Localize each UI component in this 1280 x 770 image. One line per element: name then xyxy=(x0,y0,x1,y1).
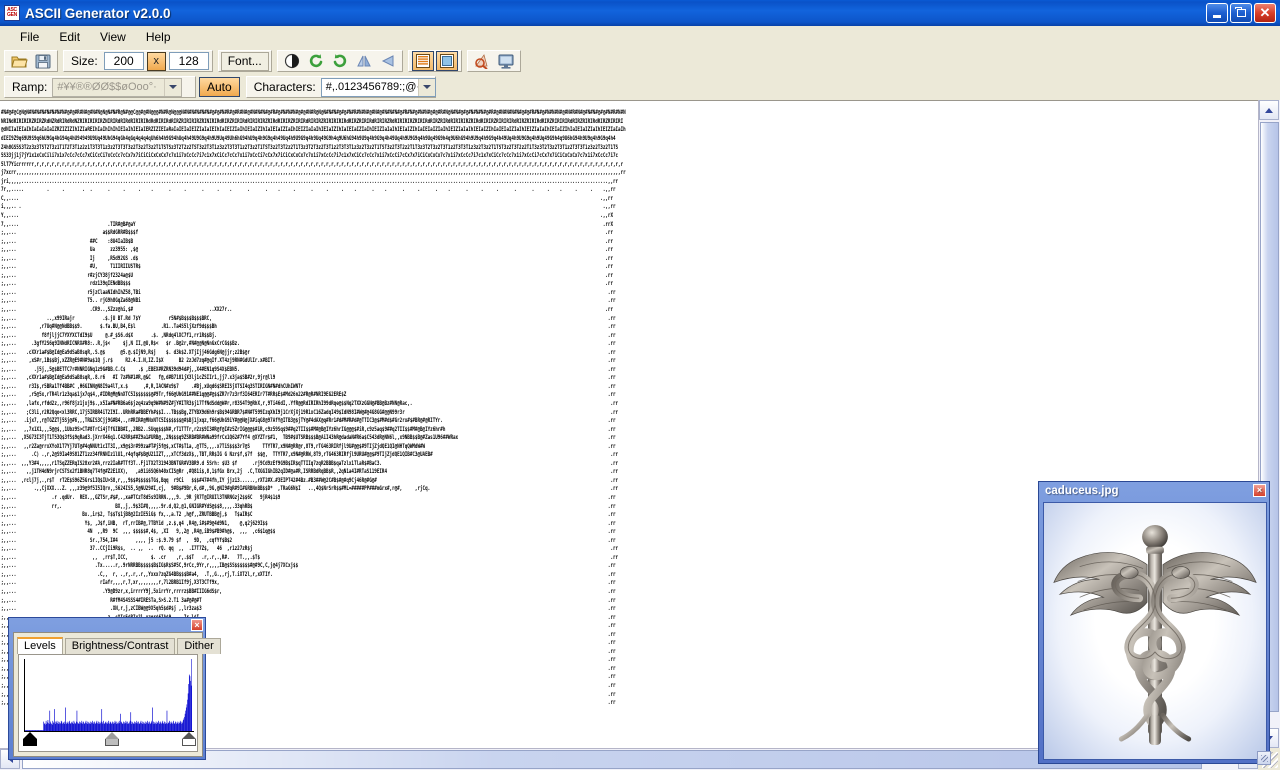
gamma-point-handle[interactable] xyxy=(105,732,120,747)
levels-panel[interactable]: × Levels Brightness/Contrast Dither xyxy=(8,617,221,760)
characters-group: Characters: #,.0123456789:;@· xyxy=(245,76,436,98)
window-controls: ✕ xyxy=(1206,3,1276,23)
ramp-select[interactable]: #¥¥®®ØØ$$øOoo°· xyxy=(52,77,183,97)
flip-horizontal-button[interactable] xyxy=(353,51,375,71)
chevron-down-icon xyxy=(417,78,435,96)
toolbar-secondary: Ramp: #¥¥®®ØØ$$øOoo°· Auto Characters: #… xyxy=(0,74,1280,100)
window-title: ASCII Generator v2.0.0 xyxy=(25,5,171,21)
app-icon: ASC GEN xyxy=(4,5,20,21)
image-panel-canvas xyxy=(1043,502,1267,760)
size-width-input[interactable]: 200 xyxy=(103,52,144,70)
levels-button[interactable] xyxy=(471,51,493,71)
ramp-value: #¥¥®®ØØ$$øOoo°· xyxy=(57,81,157,93)
close-icon: ✕ xyxy=(1259,4,1271,20)
size-label: Size: xyxy=(71,54,98,68)
flip-horizontal-icon xyxy=(356,55,371,67)
levels-panel-close-button[interactable]: × xyxy=(191,619,203,631)
menu-bar: File Edit View Help xyxy=(0,26,1280,48)
window-titlebar: ASC GEN ASCII Generator v2.0.0 ✕ xyxy=(0,0,1280,26)
maximize-button[interactable] xyxy=(1230,3,1252,23)
rotate-right-button[interactable] xyxy=(329,51,351,71)
minimize-button[interactable] xyxy=(1206,3,1228,23)
tab-levels[interactable]: Levels xyxy=(17,637,63,654)
histogram-plot xyxy=(24,659,192,731)
size-lock-toggle[interactable]: x xyxy=(146,51,166,71)
view-mode-group xyxy=(407,50,462,72)
image-panel-titlebar: caduceus.jpg × xyxy=(1039,482,1269,499)
flip-vertical-icon xyxy=(381,55,394,67)
scroll-up-button[interactable] xyxy=(1259,100,1279,120)
ascii-generator-window: ASC GEN ASCII Generator v2.0.0 ✕ File Ed… xyxy=(0,0,1280,770)
white-point-handle[interactable] xyxy=(182,732,197,747)
white-handle-icon xyxy=(182,732,196,739)
preview-button[interactable] xyxy=(495,51,517,71)
ramp-group: Ramp: #¥¥®®ØØ$$øOoo°· xyxy=(4,76,196,98)
minimize-icon xyxy=(1213,14,1221,18)
menu-file[interactable]: File xyxy=(10,28,49,46)
image-preview-panel[interactable]: caduceus.jpg × xyxy=(1038,481,1271,765)
image-frame-icon xyxy=(439,54,454,68)
close-button[interactable]: ✕ xyxy=(1254,3,1276,23)
toolbar-primary: Size: 200 x 128 Font... xyxy=(0,48,1280,74)
image-panel-resize-handle[interactable] xyxy=(1257,751,1271,765)
tab-brightness-contrast[interactable]: Brightness/Contrast xyxy=(64,638,176,654)
size-height-input[interactable]: 128 xyxy=(168,52,209,70)
caduceus-image xyxy=(1053,524,1257,745)
tools-group xyxy=(466,50,521,72)
rotate-right-icon xyxy=(333,54,346,68)
floppy-save-icon xyxy=(35,54,51,68)
monitor-icon xyxy=(498,54,514,69)
image-ops-group xyxy=(276,50,403,72)
text-lines-icon xyxy=(415,54,430,68)
ramp-label: Ramp: xyxy=(12,80,48,94)
histogram-y-axis xyxy=(24,659,25,731)
arrow-up-icon xyxy=(1265,107,1273,113)
auto-button[interactable]: Auto xyxy=(199,77,240,97)
font-button[interactable]: Font... xyxy=(220,51,269,71)
levels-magnifier-icon xyxy=(474,54,488,69)
characters-value: #,.0123456789:;@· xyxy=(325,81,418,93)
size-group: Size: 200 x 128 xyxy=(63,50,213,72)
font-group: Font... xyxy=(217,50,272,72)
levels-panel-tabs: Levels Brightness/Contrast Dither xyxy=(14,633,221,654)
invert-icon xyxy=(284,53,299,69)
rotate-left-icon xyxy=(309,54,323,68)
image-view-button[interactable] xyxy=(435,51,458,71)
rotate-left-button[interactable] xyxy=(305,51,327,71)
gray-handle-icon xyxy=(105,732,119,739)
open-button[interactable] xyxy=(8,51,30,71)
restore-icon xyxy=(1234,7,1246,17)
invert-button[interactable] xyxy=(281,51,303,71)
image-panel-close-button[interactable]: × xyxy=(1253,484,1266,497)
image-panel-title: caduceus.jpg xyxy=(1045,484,1119,497)
chevron-down-icon xyxy=(164,78,182,96)
app-icon-line2: GEN xyxy=(7,12,17,18)
levels-panel-titlebar: × xyxy=(9,618,205,632)
flip-vertical-button[interactable] xyxy=(377,51,399,71)
characters-label: Characters: xyxy=(253,80,316,94)
levels-histogram-canvas[interactable] xyxy=(18,654,198,752)
levels-panel-body: Levels Brightness/Contrast Dither xyxy=(13,632,221,757)
black-handle-icon xyxy=(23,732,37,739)
menu-edit[interactable]: Edit xyxy=(49,28,90,46)
file-button-group xyxy=(4,50,58,72)
text-view-button[interactable] xyxy=(411,51,434,71)
black-point-handle[interactable] xyxy=(23,732,38,747)
save-button[interactable] xyxy=(32,51,54,71)
characters-select[interactable]: #,.0123456789:;@· xyxy=(320,77,436,97)
menu-view[interactable]: View xyxy=(90,28,136,46)
folder-open-icon xyxy=(10,56,28,67)
levels-handles xyxy=(19,732,197,750)
menu-help[interactable]: Help xyxy=(136,28,181,46)
tab-dither[interactable]: Dither xyxy=(177,638,221,654)
